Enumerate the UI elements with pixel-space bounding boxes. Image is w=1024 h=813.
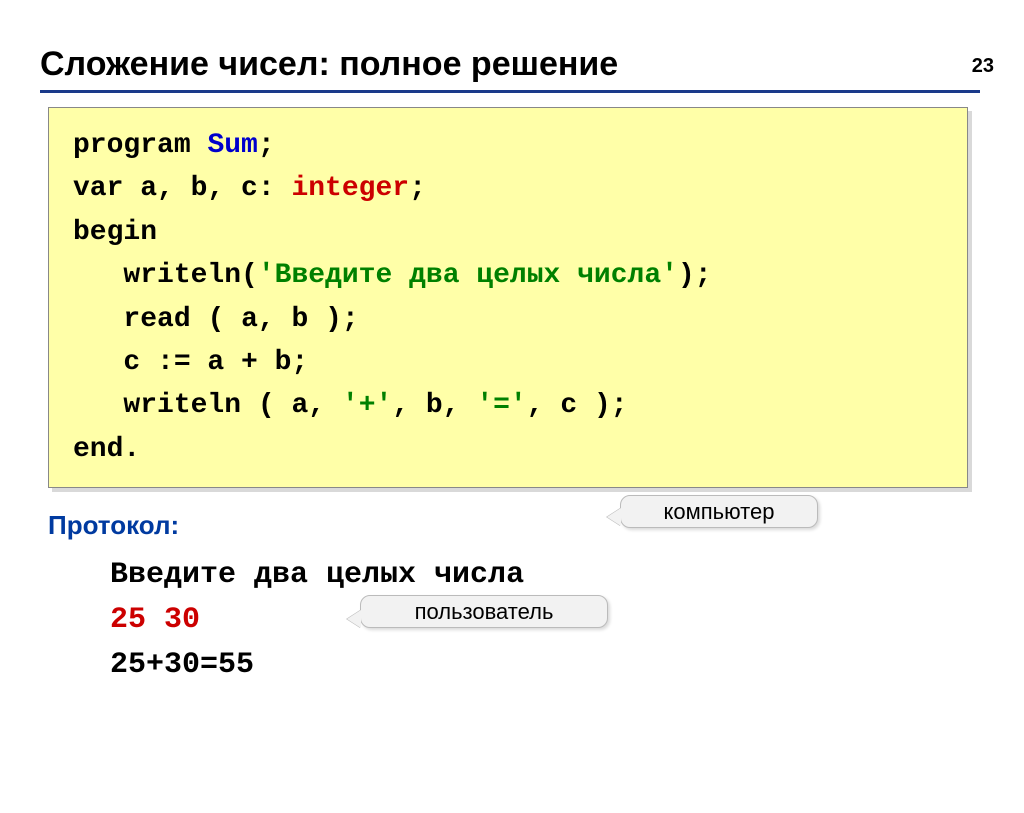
- string-literal-plus: '+': [342, 390, 392, 421]
- semicolon: ;: [342, 304, 359, 335]
- semicolon: ;: [611, 390, 628, 421]
- period: .: [123, 434, 140, 465]
- keyword-var: var: [73, 173, 123, 204]
- program-output: компьютер Введите два целых числа 25 30 …: [110, 553, 1024, 688]
- paren-open: (: [241, 260, 258, 291]
- page-number: 23: [972, 55, 994, 78]
- call-read: read: [123, 304, 190, 335]
- arg-a: a,: [275, 390, 342, 421]
- paren-close: ): [594, 390, 611, 421]
- protocol-heading: Протокол:: [48, 510, 1024, 541]
- keyword-begin: begin: [73, 217, 157, 248]
- string-literal-prompt: 'Введите два целых числа': [258, 260, 678, 291]
- paren-close: ): [678, 260, 695, 291]
- call-writeln: writeln: [123, 260, 241, 291]
- output-result-line: 25+30=55: [110, 643, 1024, 688]
- code-block: program Sum; var a, b, c: integer; begin…: [48, 107, 968, 488]
- output-prompt-line: Введите два целых числа: [110, 553, 1024, 598]
- keyword-program: program: [73, 130, 191, 161]
- semicolon: ;: [695, 260, 712, 291]
- string-literal-eq: '=': [476, 390, 526, 421]
- paren-close: ): [325, 304, 342, 335]
- call-writeln: writeln: [123, 390, 241, 421]
- arg-b: , b,: [392, 390, 476, 421]
- program-name: Sum: [207, 130, 257, 161]
- assignment-line: c := a + b;: [73, 347, 308, 378]
- type-integer: integer: [291, 173, 409, 204]
- semicolon: ;: [409, 173, 426, 204]
- arg-c: , c: [527, 390, 594, 421]
- paren-open: (: [207, 304, 224, 335]
- paren-open: (: [258, 390, 275, 421]
- callout-user: пользователь: [360, 595, 608, 628]
- var-declaration: a, b, c:: [123, 173, 291, 204]
- slide-title: Сложение чисел: полное решение: [40, 45, 980, 93]
- keyword-end: end: [73, 434, 123, 465]
- semicolon: ;: [258, 130, 275, 161]
- read-args: a, b: [224, 304, 325, 335]
- callout-computer: компьютер: [620, 495, 818, 528]
